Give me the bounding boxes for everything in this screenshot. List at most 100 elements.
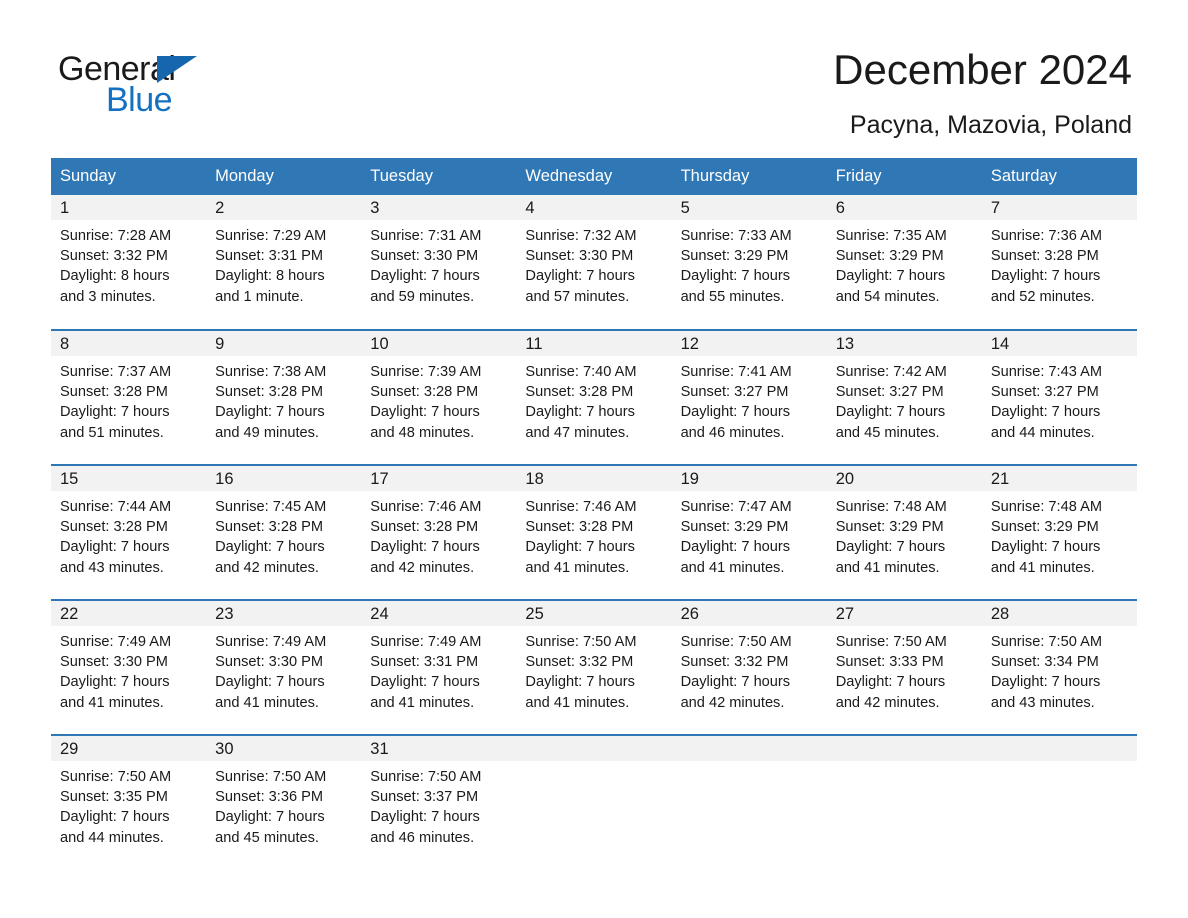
- daylight-text-line2: and 47 minutes.: [525, 424, 630, 441]
- daylight-text-line1: Daylight: 7 hours: [370, 539, 480, 556]
- calendar-day-cell[interactable]: 30 Sunrise: 7:50 AM Sunset: 3:36 PM Dayl…: [206, 734, 362, 870]
- sunset-text: Sunset: 3:28 PM: [215, 519, 324, 536]
- calendar-day-cell[interactable]: 3 Sunrise: 7:31 AM Sunset: 3:30 PM Dayli…: [361, 195, 517, 330]
- calendar-day-cell[interactable]: 10 Sunrise: 7:39 AM Sunset: 3:28 PM Dayl…: [361, 329, 517, 465]
- calendar-day-cell[interactable]: 2 Sunrise: 7:29 AM Sunset: 3:31 PM Dayli…: [206, 195, 362, 330]
- calendar-page: General Blue December 2024 Pacyna, Mazov…: [0, 0, 1188, 918]
- calendar-day-cell[interactable]: 26 Sunrise: 7:50 AM Sunset: 3:32 PM Dayl…: [671, 599, 827, 735]
- calendar-day-cell[interactable]: 24 Sunrise: 7:49 AM Sunset: 3:31 PM Dayl…: [361, 599, 517, 735]
- day-number: 11: [516, 331, 672, 356]
- daylight-text-line2: and 41 minutes.: [525, 559, 630, 576]
- day-details: Sunrise: 7:49 AM Sunset: 3:31 PM Dayligh…: [361, 626, 516, 713]
- generalblue-logo: General Blue: [58, 46, 208, 118]
- daylight-text-line2: and 57 minutes.: [525, 288, 630, 305]
- calendar-day-cell[interactable]: 18 Sunrise: 7:46 AM Sunset: 3:28 PM Dayl…: [516, 464, 672, 600]
- calendar-day-cell[interactable]: 22 Sunrise: 7:49 AM Sunset: 3:30 PM Dayl…: [51, 599, 207, 735]
- daylight-text-line1: Daylight: 8 hours: [215, 268, 325, 285]
- day-details: Sunrise: 7:36 AM Sunset: 3:28 PM Dayligh…: [982, 220, 1137, 307]
- daylight-text-line1: Daylight: 7 hours: [990, 539, 1101, 556]
- daylight-text-line1: Daylight: 7 hours: [60, 404, 170, 421]
- calendar-day-cell[interactable]: 15 Sunrise: 7:44 AM Sunset: 3:28 PM Dayl…: [51, 464, 207, 600]
- daylight-text-line2: and 3 minutes.: [60, 288, 156, 305]
- sunrise-text: Sunrise: 7:42 AM: [835, 364, 947, 380]
- calendar-day-cell[interactable]: 9 Sunrise: 7:38 AM Sunset: 3:28 PM Dayli…: [206, 329, 362, 465]
- sunrise-text: Sunrise: 7:49 AM: [215, 634, 327, 650]
- calendar-day-cell[interactable]: 27 Sunrise: 7:50 AM Sunset: 3:33 PM Dayl…: [826, 599, 982, 735]
- day-number: 6: [826, 195, 982, 220]
- day-details: Sunrise: 7:32 AM Sunset: 3:30 PM Dayligh…: [516, 220, 671, 307]
- calendar-day-cell[interactable]: 7 Sunrise: 7:36 AM Sunset: 3:28 PM Dayli…: [981, 195, 1137, 330]
- daylight-text-line1: Daylight: 7 hours: [835, 404, 946, 421]
- sunset-text: Sunset: 3:34 PM: [990, 654, 1099, 671]
- day-number: 16: [206, 466, 362, 491]
- weekday-header-tuesday: Tuesday: [361, 158, 517, 195]
- sunrise-text: Sunrise: 7:50 AM: [215, 769, 327, 785]
- sunrise-text: Sunrise: 7:37 AM: [60, 364, 172, 380]
- day-number: 12: [671, 331, 827, 356]
- daylight-text-line2: and 41 minutes.: [215, 694, 319, 711]
- calendar-day-cell[interactable]: 6 Sunrise: 7:35 AM Sunset: 3:29 PM Dayli…: [826, 195, 982, 330]
- sunset-text: Sunset: 3:32 PM: [60, 248, 168, 265]
- calendar-day-cell-empty: [826, 734, 982, 870]
- day-details: Sunrise: 7:48 AM Sunset: 3:29 PM Dayligh…: [982, 491, 1137, 578]
- calendar-day-cell[interactable]: 8 Sunrise: 7:37 AM Sunset: 3:28 PM Dayli…: [51, 329, 207, 465]
- day-details: Sunrise: 7:50 AM Sunset: 3:34 PM Dayligh…: [982, 626, 1137, 713]
- daylight-text-line1: Daylight: 7 hours: [525, 674, 635, 691]
- sunset-text: Sunset: 3:32 PM: [680, 654, 789, 671]
- day-number: 26: [671, 601, 827, 626]
- daylight-text-line1: Daylight: 7 hours: [990, 404, 1101, 421]
- daylight-text-line2: and 42 minutes.: [835, 694, 940, 711]
- logo-text-blue: Blue: [106, 81, 173, 119]
- sunset-text: Sunset: 3:28 PM: [60, 519, 168, 536]
- title-block: December 2024 Pacyna, Mazovia, Poland: [833, 46, 1132, 137]
- calendar-day-cell[interactable]: 19 Sunrise: 7:47 AM Sunset: 3:29 PM Dayl…: [671, 464, 827, 600]
- calendar-day-cell[interactable]: 13 Sunrise: 7:42 AM Sunset: 3:27 PM Dayl…: [826, 329, 982, 465]
- calendar-day-cell[interactable]: 1 Sunrise: 7:28 AM Sunset: 3:32 PM Dayli…: [51, 195, 207, 330]
- calendar-day-cell[interactable]: 4 Sunrise: 7:32 AM Sunset: 3:30 PM Dayli…: [516, 195, 672, 330]
- sunset-text: Sunset: 3:29 PM: [835, 248, 944, 265]
- calendar-day-cell[interactable]: 16 Sunrise: 7:45 AM Sunset: 3:28 PM Dayl…: [206, 464, 362, 600]
- calendar-day-cell[interactable]: 12 Sunrise: 7:41 AM Sunset: 3:27 PM Dayl…: [671, 329, 827, 465]
- day-details: Sunrise: 7:40 AM Sunset: 3:28 PM Dayligh…: [516, 356, 671, 443]
- calendar-day-cell[interactable]: 20 Sunrise: 7:48 AM Sunset: 3:29 PM Dayl…: [826, 464, 982, 600]
- calendar-day-cell[interactable]: 21 Sunrise: 7:48 AM Sunset: 3:29 PM Dayl…: [981, 464, 1137, 600]
- day-details: Sunrise: 7:50 AM Sunset: 3:35 PM Dayligh…: [51, 761, 206, 848]
- sunset-text: Sunset: 3:30 PM: [60, 654, 168, 671]
- calendar-day-cell[interactable]: 14 Sunrise: 7:43 AM Sunset: 3:27 PM Dayl…: [981, 329, 1137, 465]
- sunset-text: Sunset: 3:36 PM: [215, 789, 324, 806]
- daylight-text-line1: Daylight: 7 hours: [835, 674, 946, 691]
- day-details: Sunrise: 7:48 AM Sunset: 3:29 PM Dayligh…: [827, 491, 982, 578]
- day-details: Sunrise: 7:45 AM Sunset: 3:28 PM Dayligh…: [206, 491, 361, 578]
- calendar-day-cell[interactable]: 28 Sunrise: 7:50 AM Sunset: 3:34 PM Dayl…: [981, 599, 1137, 735]
- day-number: 21: [981, 466, 1137, 491]
- calendar-day-cell[interactable]: 25 Sunrise: 7:50 AM Sunset: 3:32 PM Dayl…: [516, 599, 672, 735]
- calendar-week-row: 1 Sunrise: 7:28 AM Sunset: 3:32 PM Dayli…: [51, 195, 1137, 330]
- sunrise-text: Sunrise: 7:49 AM: [60, 634, 172, 650]
- sunrise-text: Sunrise: 7:39 AM: [370, 364, 482, 380]
- sunrise-text: Sunrise: 7:49 AM: [370, 634, 482, 650]
- day-number: 22: [51, 601, 207, 626]
- sunset-text: Sunset: 3:31 PM: [215, 248, 324, 265]
- calendar-day-cell[interactable]: 29 Sunrise: 7:50 AM Sunset: 3:35 PM Dayl…: [51, 734, 207, 870]
- calendar-day-cell[interactable]: 31 Sunrise: 7:50 AM Sunset: 3:37 PM Dayl…: [361, 734, 517, 870]
- calendar-day-cell[interactable]: 17 Sunrise: 7:46 AM Sunset: 3:28 PM Dayl…: [361, 464, 517, 600]
- calendar-day-cell[interactable]: 5 Sunrise: 7:33 AM Sunset: 3:29 PM Dayli…: [671, 195, 827, 330]
- calendar-table: Sunday Monday Tuesday Wednesday Thursday…: [51, 158, 1137, 870]
- sunset-text: Sunset: 3:29 PM: [990, 519, 1099, 536]
- daylight-text-line1: Daylight: 7 hours: [60, 539, 170, 556]
- daylight-text-line1: Daylight: 7 hours: [215, 809, 325, 826]
- sunset-text: Sunset: 3:28 PM: [525, 384, 634, 401]
- daylight-text-line1: Daylight: 7 hours: [370, 268, 480, 285]
- sunset-text: Sunset: 3:28 PM: [525, 519, 634, 536]
- sunset-text: Sunset: 3:29 PM: [680, 519, 789, 536]
- calendar-day-cell[interactable]: 23 Sunrise: 7:49 AM Sunset: 3:30 PM Dayl…: [206, 599, 362, 735]
- daylight-text-line1: Daylight: 7 hours: [835, 539, 946, 556]
- calendar-day-cell[interactable]: 11 Sunrise: 7:40 AM Sunset: 3:28 PM Dayl…: [516, 329, 672, 465]
- sunrise-text: Sunrise: 7:46 AM: [370, 499, 482, 515]
- daylight-text-line1: Daylight: 7 hours: [370, 404, 480, 421]
- day-details: Sunrise: 7:28 AM Sunset: 3:32 PM Dayligh…: [51, 220, 206, 307]
- calendar-head: Sunday Monday Tuesday Wednesday Thursday…: [51, 158, 1137, 195]
- sunrise-text: Sunrise: 7:50 AM: [680, 634, 792, 650]
- daylight-text-line1: Daylight: 7 hours: [990, 674, 1101, 691]
- calendar-week-row: 15 Sunrise: 7:44 AM Sunset: 3:28 PM Dayl…: [51, 464, 1137, 600]
